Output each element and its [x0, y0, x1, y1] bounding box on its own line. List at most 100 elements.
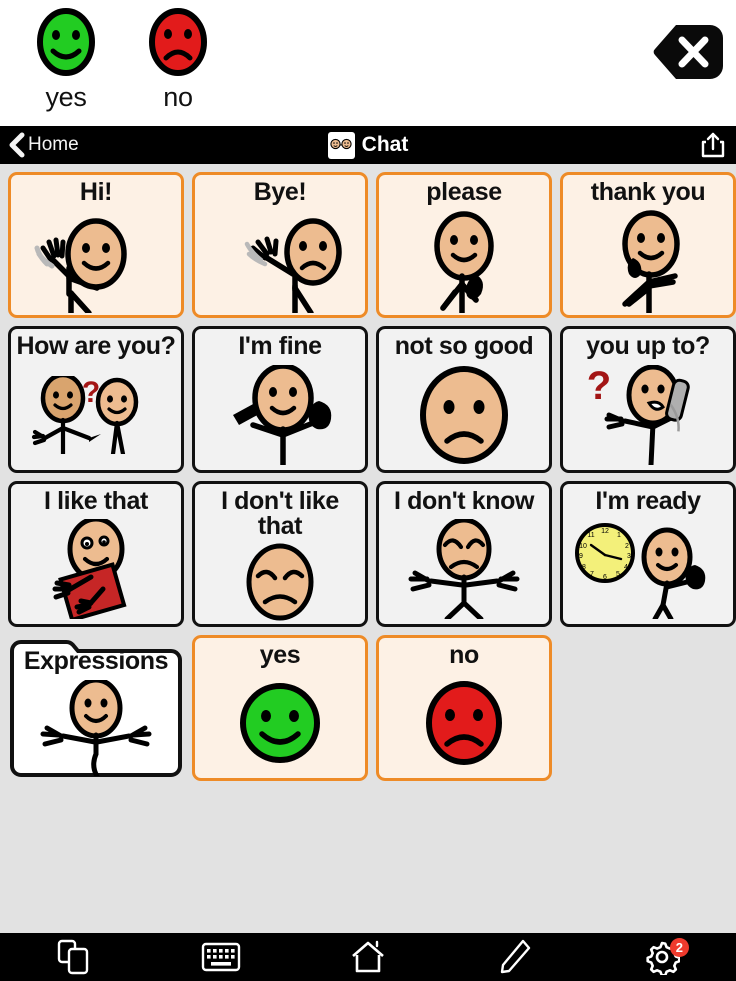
pencil-edit-icon — [501, 939, 531, 974]
symbol-label: not so good — [394, 332, 534, 361]
symbol-label: yes — [259, 640, 301, 669]
svg-text:2: 2 — [625, 543, 629, 550]
unhappy-face-icon — [195, 540, 365, 624]
backspace-delete-icon[interactable] — [652, 22, 724, 82]
symbol-button-no[interactable]: no — [376, 634, 552, 781]
person-holding-red-gift-icon — [11, 514, 181, 623]
settings-badge: 2 — [669, 938, 689, 957]
person-arms-open-icon — [8, 675, 184, 782]
symbol-label: I don't know — [393, 486, 534, 515]
grid-cell: no — [376, 634, 552, 781]
grid-cell: I don't know — [376, 480, 552, 627]
svg-text:12: 12 — [601, 528, 609, 535]
symbol-label: How are you? — [16, 332, 176, 361]
navbar-title-group: Chat — [0, 131, 736, 159]
toolbar-item-keyboard[interactable] — [147, 933, 294, 981]
symbol-button-not-so-good[interactable]: not so good — [376, 326, 552, 473]
symbol-button-i-dont-know[interactable]: I don't know — [376, 480, 552, 627]
folder-button-expressions[interactable]: Expressions — [8, 635, 184, 781]
home-icon — [352, 940, 384, 973]
grid-cell: Bye! — [192, 172, 368, 319]
red-frowny-face-icon — [379, 669, 549, 778]
symbol-button-i-like-that[interactable]: I like that — [8, 480, 184, 627]
person-thumbs-up-icon — [195, 360, 365, 469]
red-frowny-face-icon — [149, 8, 207, 76]
grid-cell: please — [376, 172, 552, 319]
symbol-button-hi[interactable]: Hi! — [8, 172, 184, 319]
aac-app-screen: yes no Home Chat Hi! Bye! please thank y… — [0, 0, 736, 981]
chevron-left-icon — [9, 132, 25, 158]
svg-text:?: ? — [82, 376, 100, 409]
navigation-bar: Home Chat — [0, 126, 736, 164]
symbol-label: thank you — [590, 178, 706, 206]
person-shrugging-icon — [379, 514, 549, 623]
green-smiley-face-icon — [195, 669, 365, 778]
symbol-button-thank-you[interactable]: thank you — [560, 172, 736, 319]
symbol-label: Bye! — [253, 178, 307, 206]
symbol-button-i-dont-like-that[interactable]: I don't like that — [192, 480, 368, 627]
symbol-label: I like that — [44, 486, 148, 515]
message-item-no[interactable]: no — [122, 6, 234, 111]
back-button-label: Home — [28, 134, 79, 155]
copy-pages-icon — [57, 939, 88, 975]
svg-text:3: 3 — [627, 553, 631, 560]
symbol-button-you-up-to[interactable]: you up to? ? — [560, 326, 736, 473]
clock-and-person-thumbs-up-icon: 12 1 2 3 45 6 78 9 10 11 — [563, 514, 733, 623]
grid-cell: I'm fine — [192, 326, 368, 473]
toolbar-item-edit[interactable] — [442, 933, 589, 981]
message-item-yes[interactable]: yes — [10, 6, 122, 111]
grid-cell: you up to? ? — [560, 326, 736, 473]
svg-text:8: 8 — [582, 564, 586, 571]
svg-text:4: 4 — [624, 564, 628, 571]
grid-cell-empty — [560, 635, 736, 781]
symbol-label: Hi! — [79, 178, 113, 206]
svg-text:7: 7 — [590, 571, 594, 578]
symbol-button-please[interactable]: please — [376, 172, 552, 319]
svg-text:5: 5 — [616, 571, 620, 578]
svg-text:?: ? — [587, 365, 611, 408]
back-button[interactable]: Home — [0, 132, 79, 158]
toolbar-item-pages[interactable] — [0, 933, 147, 981]
share-icon[interactable] — [700, 131, 726, 159]
symbol-button-im-ready[interactable]: I'm ready 12 1 2 3 45 6 78 9 10 11 — [560, 480, 736, 627]
symbol-label: I'm ready — [595, 486, 701, 515]
symbol-button-bye[interactable]: Bye! — [192, 172, 368, 319]
person-waving-icon — [11, 206, 181, 315]
grid-cell: yes — [192, 634, 368, 781]
svg-text:10: 10 — [579, 543, 587, 550]
svg-text:6: 6 — [603, 574, 607, 581]
green-smiley-face-icon — [37, 8, 95, 76]
symbol-grid: Hi! Bye! please thank you How are you? ?… — [0, 164, 736, 781]
message-item-label: no — [163, 82, 193, 112]
grid-cell: I don't like that — [192, 480, 368, 627]
symbol-button-how-are-you[interactable]: How are you? ? — [8, 326, 184, 473]
symbol-button-im-fine[interactable]: I'm fine — [192, 326, 368, 473]
toolbar-item-home[interactable] — [294, 933, 441, 981]
chat-faces-icon — [327, 131, 355, 159]
grid-cell: not so good — [376, 326, 552, 473]
svg-text:11: 11 — [587, 532, 594, 539]
sad-face-icon — [379, 360, 549, 469]
two-people-question-icon: ? — [11, 360, 181, 469]
grid-cell: thank you — [560, 172, 736, 319]
svg-text:1: 1 — [617, 532, 621, 539]
symbol-label: no — [449, 640, 479, 669]
bottom-toolbar: 2 — [0, 933, 736, 981]
message-bar-items: yes no — [10, 6, 234, 111]
toolbar-item-settings[interactable]: 2 — [589, 933, 736, 981]
grid-cell: How are you? ? — [8, 326, 184, 473]
grid-cell: Hi! — [8, 172, 184, 319]
symbol-label: you up to? — [586, 332, 710, 361]
keyboard-icon — [201, 942, 240, 972]
message-bar: yes no — [0, 0, 736, 126]
symbol-label: please — [426, 178, 502, 206]
person-please-hands-icon — [379, 206, 549, 315]
message-item-label: yes — [45, 82, 87, 112]
person-phone-question-icon: ? — [563, 360, 733, 469]
symbol-label: I'm fine — [238, 332, 322, 361]
person-waving-goodbye-icon — [195, 206, 365, 315]
symbol-button-yes[interactable]: yes — [192, 634, 368, 781]
symbol-label: Expressions — [23, 646, 169, 675]
svg-text:9: 9 — [579, 553, 583, 560]
page-title: Chat — [361, 133, 409, 156]
